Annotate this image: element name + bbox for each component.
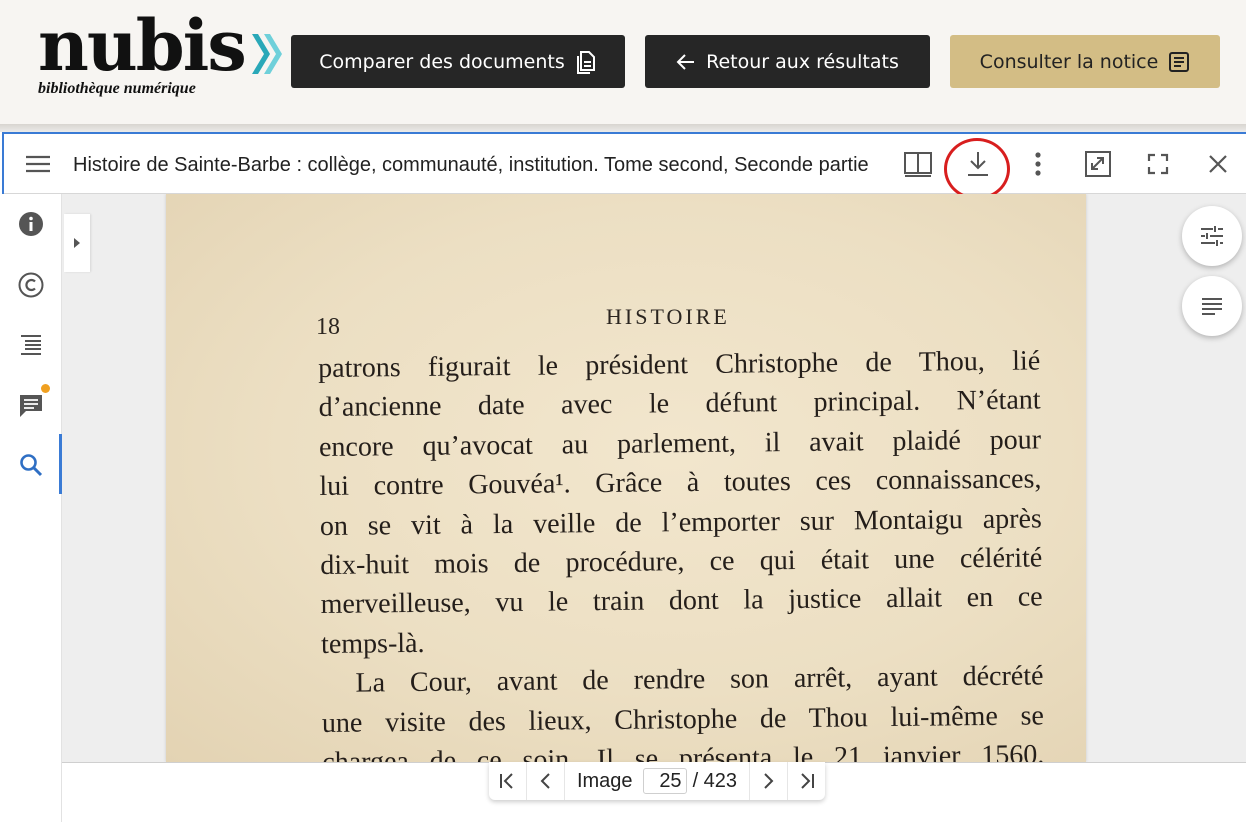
toc-icon[interactable] bbox=[16, 330, 46, 360]
logo-tagline: bibliothèque numérique bbox=[38, 80, 196, 97]
fit-icon[interactable] bbox=[1081, 147, 1115, 181]
document-title: Histoire de Sainte-Barbe : collège, comm… bbox=[73, 154, 869, 176]
page-number-input[interactable] bbox=[642, 768, 687, 794]
tune-icon bbox=[1201, 226, 1223, 246]
pager-label: Image bbox=[576, 769, 633, 792]
first-page-icon bbox=[500, 773, 514, 789]
previous-page-button[interactable] bbox=[527, 762, 565, 800]
view-record-button[interactable]: Consulter la notice bbox=[950, 35, 1220, 88]
transcription-button[interactable] bbox=[1182, 276, 1242, 336]
compare-documents-label: Comparer des documents bbox=[319, 50, 565, 73]
caret-right-icon bbox=[74, 238, 80, 248]
document-compare-icon bbox=[576, 50, 595, 74]
book-view-icon[interactable] bbox=[901, 147, 935, 181]
image-adjust-button[interactable] bbox=[1182, 206, 1242, 266]
first-page-button[interactable] bbox=[489, 762, 527, 800]
fullscreen-icon[interactable] bbox=[1141, 147, 1175, 181]
running-head: HISTOIRE bbox=[606, 304, 730, 329]
comment-icon[interactable] bbox=[16, 390, 46, 420]
text-line: merveilleuse, vu le train dont la justic… bbox=[320, 581, 1043, 621]
notice-icon bbox=[1169, 51, 1190, 72]
header-divider bbox=[0, 124, 1246, 132]
notification-dot bbox=[41, 384, 50, 393]
panel-toggle[interactable] bbox=[64, 214, 90, 272]
viewer-toolbar: Histoire de Sainte-Barbe : collège, comm… bbox=[4, 134, 1246, 200]
last-page-button[interactable] bbox=[787, 762, 825, 800]
side-rail bbox=[0, 194, 62, 822]
page-total: / 423 bbox=[692, 769, 738, 792]
logo-chevrons-icon bbox=[252, 34, 282, 74]
search-icon[interactable] bbox=[16, 450, 46, 480]
logo-wordmark: nubis bbox=[38, 4, 247, 87]
document-canvas[interactable]: 18 HISTOIRE patrons figurait le présiden… bbox=[62, 194, 1246, 762]
page-navigator: Image / 423 bbox=[489, 762, 825, 800]
back-to-results-label: Retour aux résultats bbox=[706, 50, 899, 73]
more-vert-icon[interactable] bbox=[1021, 147, 1055, 181]
view-record-label: Consulter la notice bbox=[979, 50, 1159, 73]
chevron-right-icon bbox=[763, 773, 773, 789]
menu-icon[interactable] bbox=[21, 147, 55, 181]
copyright-icon[interactable] bbox=[16, 270, 46, 300]
info-icon[interactable] bbox=[16, 209, 46, 239]
site-header: nubis bibliothèque numérique Comparer de… bbox=[0, 0, 1246, 124]
chevron-left-icon bbox=[541, 773, 551, 789]
arrow-left-icon bbox=[676, 53, 695, 70]
last-page-icon bbox=[800, 773, 814, 789]
download-icon[interactable] bbox=[961, 147, 995, 181]
nubis-logo[interactable]: nubis bibliothèque numérique bbox=[38, 6, 288, 104]
back-to-results-button[interactable]: Retour aux résultats bbox=[645, 35, 930, 88]
next-page-button[interactable] bbox=[749, 762, 787, 800]
page-scan: 18 HISTOIRE patrons figurait le présiden… bbox=[166, 194, 1086, 762]
page-number: 18 bbox=[316, 314, 340, 340]
text-lines-icon bbox=[1202, 298, 1222, 315]
compare-documents-button[interactable]: Comparer des documents bbox=[291, 35, 625, 88]
page-body-text: patrons figurait le président Christophe… bbox=[318, 341, 1044, 762]
close-icon[interactable] bbox=[1201, 147, 1235, 181]
